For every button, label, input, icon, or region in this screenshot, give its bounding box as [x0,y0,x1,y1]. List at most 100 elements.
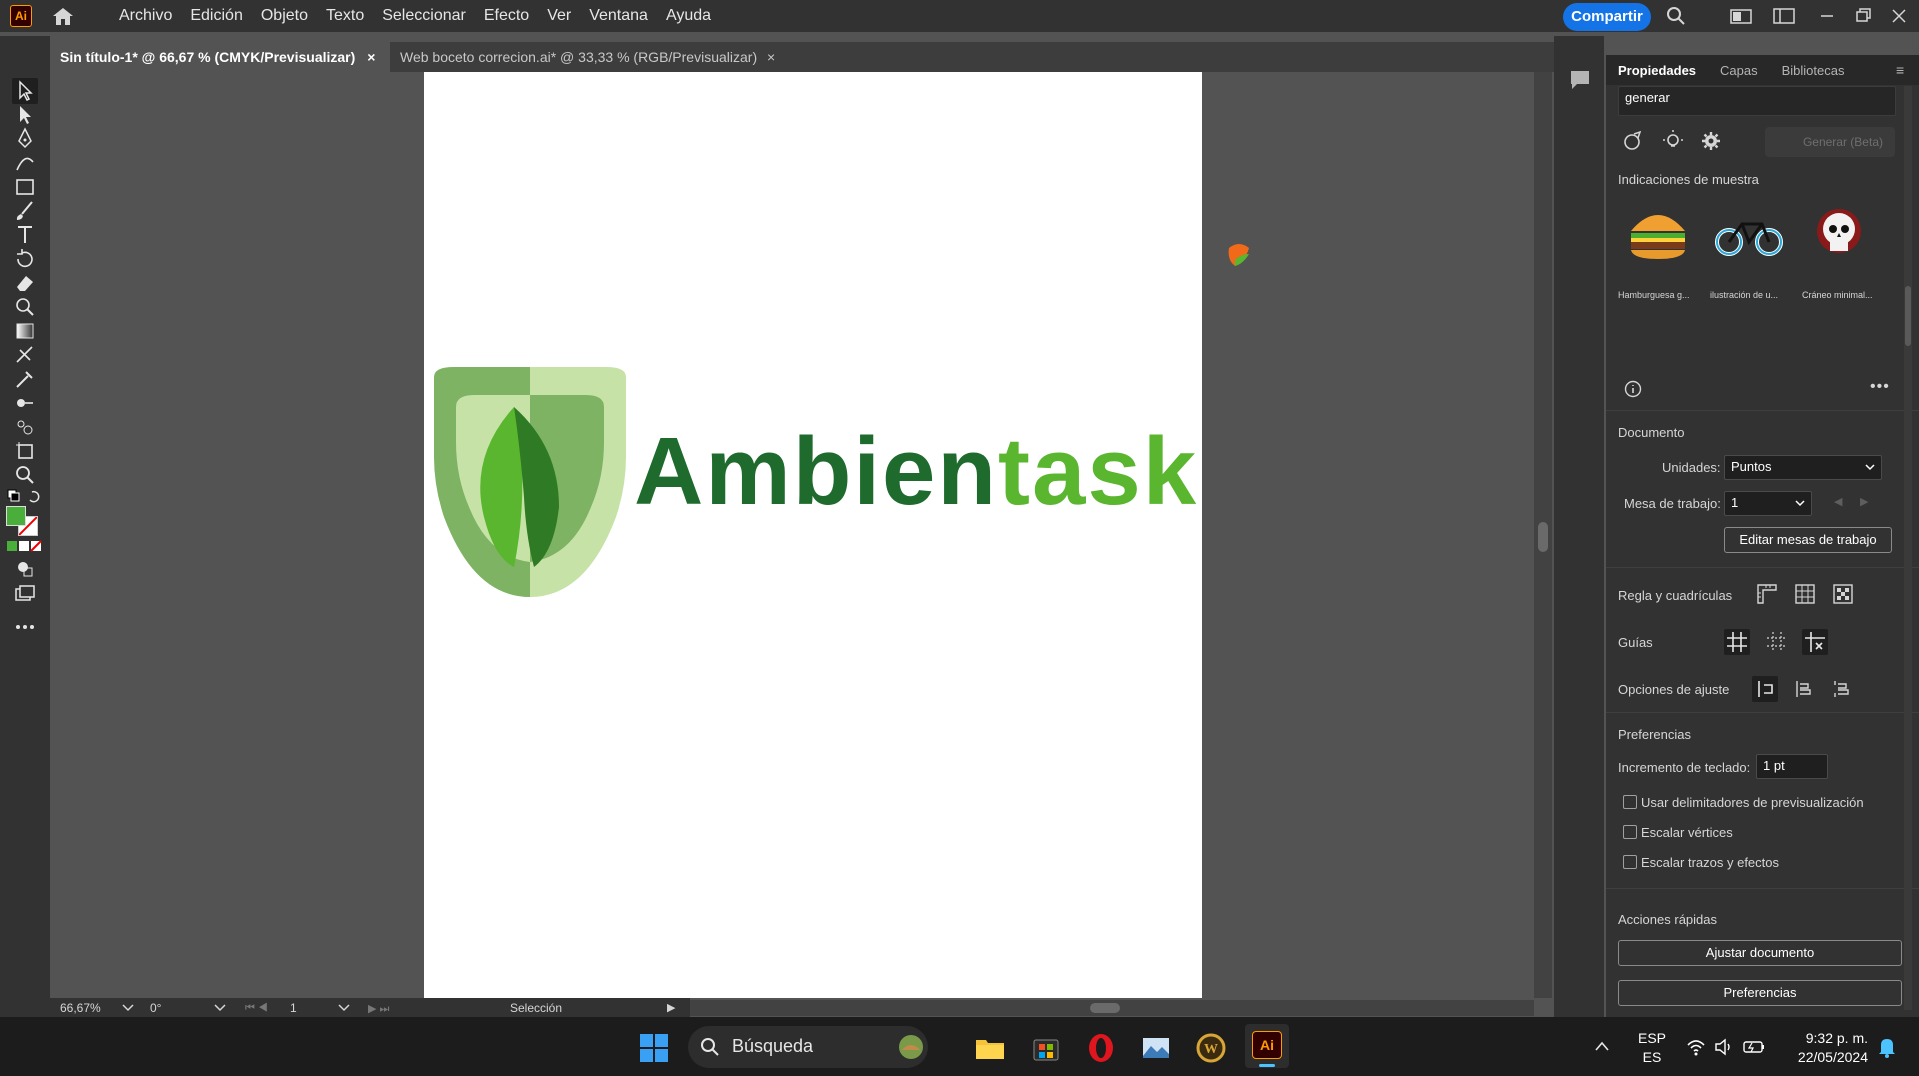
microsoft-store-icon[interactable] [1030,1032,1062,1064]
tab-capas[interactable]: Capas [1708,63,1770,78]
menu-ventana[interactable]: Ventana [580,7,657,25]
grid-icon[interactable] [1794,583,1816,605]
snap-to-glyph-icon[interactable] [1828,676,1854,702]
menu-seleccionar[interactable]: Seleccionar [373,7,475,25]
menu-texto[interactable]: Texto [317,7,373,25]
brand-wordmark[interactable]: Ambientask [634,417,1198,527]
generate-beta-button[interactable]: Generar (Beta) [1765,127,1895,157]
artboard-tool-icon[interactable] [12,438,38,464]
bicycle-sample-icon[interactable] [1714,210,1784,260]
menu-edicion[interactable]: Edición [181,7,251,25]
share-button[interactable]: Compartir [1563,3,1651,31]
tab-close-icon[interactable]: × [767,49,775,65]
vertical-scrollbar[interactable] [1534,72,1552,998]
more-tools-icon[interactable] [12,614,38,640]
comments-icon[interactable] [1569,69,1591,91]
windows-start-icon[interactable] [638,1032,670,1064]
sample-label[interactable]: Cráneo minimal... [1802,290,1873,300]
tab-close-icon[interactable]: × [367,49,375,65]
opera-icon[interactable] [1085,1032,1117,1064]
snap-to-pixel-icon[interactable] [1790,676,1816,702]
panel-scrollbar[interactable] [1904,86,1912,1010]
fill-color-swatch[interactable] [6,506,26,526]
style-picker-icon[interactable] [1622,130,1644,152]
taskbar-search[interactable]: Búsqueda [688,1026,928,1068]
world-of-warcraft-icon[interactable]: W [1195,1032,1227,1064]
artboard[interactable]: Ambientask [424,72,1202,998]
tab-sin-titulo[interactable]: Sin título-1* @ 66,67 % (CMYK/Previsuali… [50,42,390,72]
chevron-down-icon[interactable] [338,1004,350,1012]
tab-web-boceto[interactable]: Web boceto correcion.ai* @ 33,33 % (RGB/… [390,42,810,72]
ai-assistant-badge-icon[interactable] [1225,240,1253,270]
mesh-tool-icon[interactable] [12,342,38,368]
blend-tool-icon[interactable] [12,390,38,416]
horizontal-scrollbar[interactable] [690,1000,1534,1016]
scale-strokes-checkbox[interactable] [1623,855,1637,869]
panel-menu-icon[interactable]: ≡ [1896,62,1904,78]
language-indicator[interactable]: ESP ES [1638,1029,1666,1067]
close-window-icon[interactable] [1888,6,1910,26]
selection-tool-icon[interactable] [12,78,38,104]
settings-gear-icon[interactable] [1700,130,1722,152]
artboard-number[interactable]: 1 [290,1001,297,1015]
direct-selection-tool-icon[interactable] [12,102,38,128]
default-colors-icon[interactable] [6,488,44,504]
brush-tool-icon[interactable] [12,198,38,224]
preview-bounds-checkbox[interactable] [1623,795,1637,809]
volume-icon[interactable] [1714,1038,1734,1056]
sample-label[interactable]: Hamburguesa g... [1618,290,1690,300]
artboard-next-icon[interactable]: ▶ ⏭ [368,1002,389,1016]
artboard-prev-arrow-icon[interactable]: ◀ [1834,495,1842,508]
hamburger-sample-icon[interactable] [1627,205,1689,263]
gradient-tool-icon[interactable] [12,318,38,344]
generate-prompt-input[interactable]: generar [1618,86,1896,116]
illustrator-taskbar-button[interactable]: Ai [1245,1024,1289,1068]
photos-app-icon[interactable] [1140,1032,1172,1064]
horizontal-scroll-thumb[interactable] [1090,1003,1120,1013]
menu-efecto[interactable]: Efecto [475,7,538,25]
search-icon[interactable] [1665,6,1687,26]
smart-guides-icon[interactable] [1764,629,1790,655]
transparency-grid-icon[interactable] [1832,583,1854,605]
zoom-level[interactable]: 66,67% [60,1001,101,1015]
eraser-tool-icon[interactable] [12,270,38,296]
scale-corners-checkbox[interactable] [1623,825,1637,839]
tab-bibliotecas[interactable]: Bibliotecas [1770,63,1857,78]
edit-artboards-button[interactable]: Editar mesas de trabajo [1724,527,1892,553]
tab-propiedades[interactable]: Propiedades [1606,63,1708,78]
eyedropper-tool-icon[interactable] [12,366,38,392]
artboard-prev-icon[interactable]: ⏮ ◀ [245,1002,268,1015]
chevron-down-icon[interactable] [122,1004,134,1012]
menu-objeto[interactable]: Objeto [252,7,317,25]
rectangle-tool-icon[interactable] [12,174,38,200]
fill-stroke-swatch[interactable] [6,506,40,536]
zoom-tool-icon[interactable] [12,462,38,488]
vertical-scroll-thumb[interactable] [1538,522,1548,552]
menu-ver[interactable]: Ver [538,7,580,25]
artboard-next-arrow-icon[interactable]: ▶ [1860,495,1868,508]
lock-guides-icon[interactable] [1802,629,1828,655]
info-icon[interactable] [1624,380,1642,398]
menu-archivo[interactable]: Archivo [110,7,181,25]
workspace-icon[interactable] [1730,6,1752,26]
symbol-sprayer-icon[interactable] [12,414,38,440]
curvature-tool-icon[interactable] [12,150,38,176]
color-mode-icon[interactable] [6,540,42,552]
play-icon[interactable]: ▶ [667,1001,675,1014]
restore-icon[interactable] [1852,6,1874,26]
sample-label[interactable]: ilustración de u... [1710,290,1778,300]
chevron-down-icon[interactable] [214,1004,226,1012]
artboard-select[interactable]: 1 [1724,491,1812,516]
lightbulb-icon[interactable] [1662,130,1684,152]
type-tool-icon[interactable] [12,222,38,248]
draw-mode-icon[interactable] [12,556,38,582]
pen-tool-icon[interactable] [12,126,38,152]
menu-ayuda[interactable]: Ayuda [657,7,720,25]
minimize-icon[interactable] [1816,6,1838,26]
chevron-up-icon[interactable] [1594,1040,1610,1052]
battery-icon[interactable] [1742,1038,1766,1056]
units-select[interactable]: Puntos [1724,455,1882,480]
keyboard-increment-input[interactable]: 1 pt [1756,754,1828,779]
more-options-icon[interactable]: ••• [1870,378,1890,396]
shield-leaf-logo[interactable] [434,367,626,597]
